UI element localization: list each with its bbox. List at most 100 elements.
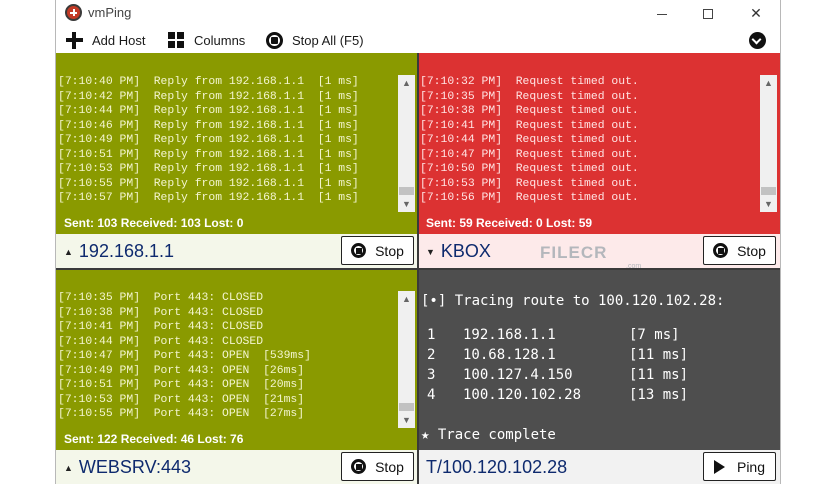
log-scrollbar[interactable]: ▲ ▼ — [398, 291, 415, 428]
maximize-button[interactable] — [685, 1, 731, 25]
close-icon: ✕ — [750, 5, 762, 21]
caret-down-icon[interactable]: ▼ — [426, 247, 435, 257]
scroll-thumb[interactable] — [399, 187, 414, 195]
hop-latency: [11 ms] — [629, 347, 689, 363]
watermark-sub: .com — [626, 263, 642, 270]
scroll-thumb[interactable] — [399, 403, 414, 411]
hop-latency: [11 ms] — [629, 367, 689, 383]
grid-icon — [168, 31, 185, 49]
probe-footer: ▲ 192.168.1.1 Stop — [56, 234, 418, 268]
probe-footer: ▲ WEBSRV:443 Stop — [56, 450, 418, 484]
scroll-up-icon[interactable]: ▲ — [398, 291, 415, 307]
log-line: [7:10:35 PM] Request timed out. — [420, 90, 639, 103]
log-line: [7:10:44 PM] Request timed out. — [420, 134, 639, 146]
stop-button[interactable]: Stop — [341, 236, 414, 265]
port-log: [7:10:35 PM] Port 443: CLOSED [7:10:38 PM… — [58, 291, 311, 422]
probe-status-area: [7:10:35 PM] Port 443: CLOSED [7:10:38 PM… — [56, 269, 418, 450]
scroll-down-icon[interactable]: ▼ — [398, 196, 415, 212]
columns-label: Columns — [194, 32, 246, 48]
columns-button[interactable]: Columns — [168, 30, 245, 50]
minimize-button[interactable] — [639, 1, 685, 25]
probe-status-area: [7:10:32 PM] Request timed out. [7:10:35 … — [418, 53, 780, 234]
log-line: [7:10:50 PM] Request timed out. — [420, 163, 639, 175]
log-line: [7:10:41 PM] Request timed out. — [420, 119, 639, 132]
log-line: [7:10:41 PM] Port 443: CLOSED — [58, 321, 264, 333]
log-line: [7:10:57 PM] Reply from 192.168.1.1 [1 m… — [58, 192, 359, 204]
ping-button-label: Ping — [736, 458, 766, 475]
probe-traceroute: [•] Tracing route to 100.120.102.28: 1 19… — [418, 269, 780, 484]
log-scrollbar[interactable]: ▲ ▼ — [760, 75, 777, 212]
stop-button[interactable]: Stop — [703, 236, 776, 265]
stop-button-label: Stop — [375, 458, 404, 475]
log-line: [7:10:35 PM] Port 443: CLOSED — [58, 292, 264, 304]
hop-number: 2 — [427, 347, 436, 363]
trace-complete-text: ★ Trace complete — [421, 427, 556, 443]
hop-address: 100.120.102.28 — [463, 387, 582, 403]
hop-address: 10.68.128.1 — [463, 347, 556, 363]
caret-up-icon[interactable]: ▲ — [64, 247, 73, 257]
app-logo-icon — [65, 4, 82, 21]
stop-circle-icon — [713, 243, 729, 258]
log-line: [7:10:38 PM] Port 443: CLOSED — [58, 306, 264, 319]
log-line: [7:10:49 PM] Port 443: OPEN [26ms] — [58, 364, 305, 377]
minimize-icon — [657, 13, 667, 15]
trace-output-area: [•] Tracing route to 100.120.102.28: 1 19… — [418, 269, 780, 450]
stop-button[interactable]: Stop — [341, 452, 414, 481]
ping-log: [7:10:40 PM] Reply from 192.168.1.1 [1 m… — [58, 75, 359, 206]
hostname-field[interactable]: ▲ WEBSRV:443 — [64, 457, 191, 478]
probe-footer: T/100.120.102.28 Ping — [418, 450, 780, 484]
log-scrollbar[interactable]: ▲ ▼ — [398, 75, 415, 212]
log-line: [7:10:38 PM] Request timed out. — [420, 105, 639, 117]
hop-latency: [7 ms] — [629, 327, 680, 343]
log-line: [7:10:44 PM] Port 443: CLOSED — [58, 335, 264, 348]
chevron-down-menu-icon[interactable] — [749, 32, 766, 49]
add-host-label: Add Host — [92, 32, 146, 48]
hop-address: 100.127.4.150 — [463, 367, 573, 383]
log-line: [7:10:40 PM] Reply from 192.168.1.1 [1 m… — [58, 76, 359, 88]
log-line: [7:10:46 PM] Reply from 192.168.1.1 [1 m… — [58, 119, 359, 132]
hostname-text: 192.168.1.1 — [78, 241, 175, 261]
play-icon — [713, 459, 725, 474]
ping-statistics: Sent: 122 Received: 46 Lost: 76 — [64, 432, 244, 446]
hostname-text: KBOX — [440, 241, 491, 261]
caret-up-icon[interactable]: ▲ — [64, 463, 73, 473]
trace-header: [•] Tracing route to 100.120.102.28: — [421, 293, 725, 309]
log-line: [7:10:51 PM] Reply from 192.168.1.1 [1 m… — [58, 148, 359, 161]
stop-button-label: Stop — [737, 242, 766, 259]
hostname-field[interactable]: ▼ KBOX — [426, 241, 491, 262]
hop-address: 192.168.1.1 — [463, 327, 556, 343]
log-line: [7:10:49 PM] Reply from 192.168.1.1 [1 m… — [58, 134, 359, 146]
log-line: [7:10:55 PM] Port 443: OPEN [27ms] — [58, 408, 305, 420]
hostname-text: WEBSRV:443 — [78, 457, 191, 477]
grid-divider-horizontal — [56, 268, 780, 270]
stop-button-label: Stop — [375, 242, 404, 259]
log-line: [7:10:53 PM] Reply from 192.168.1.1 [1 m… — [58, 163, 359, 175]
stop-circle-icon — [266, 31, 283, 49]
title-bar: vmPing ✕ — [56, 0, 780, 27]
maximize-icon — [703, 9, 713, 20]
hop-number: 4 — [427, 387, 436, 403]
scroll-down-icon[interactable]: ▼ — [398, 412, 415, 428]
scroll-down-icon[interactable]: ▼ — [760, 196, 777, 212]
plus-icon — [66, 31, 83, 49]
window-title: vmPing — [88, 5, 132, 20]
stop-all-button[interactable]: Stop All (F5) — [266, 30, 364, 50]
add-host-button[interactable]: Add Host — [66, 30, 145, 50]
log-line: [7:10:47 PM] Request timed out. — [420, 148, 639, 161]
log-line: [7:10:32 PM] Request timed out. — [420, 76, 639, 88]
log-line: [7:10:44 PM] Reply from 192.168.1.1 [1 m… — [58, 105, 359, 117]
scroll-thumb[interactable] — [761, 187, 776, 195]
hostname-field[interactable]: ▲ 192.168.1.1 — [64, 241, 174, 262]
stop-all-label: Stop All (F5) — [292, 32, 364, 48]
hop-number: 1 — [427, 327, 436, 343]
probe-kbox: [7:10:32 PM] Request timed out. [7:10:35 … — [418, 53, 780, 268]
hostname-field[interactable]: T/100.120.102.28 — [426, 457, 567, 478]
log-line: [7:10:53 PM] Request timed out. — [420, 177, 639, 190]
ping-statistics: Sent: 103 Received: 103 Lost: 0 — [64, 216, 244, 230]
close-button[interactable]: ✕ — [733, 1, 779, 25]
scroll-up-icon[interactable]: ▲ — [398, 75, 415, 91]
hop-number: 3 — [427, 367, 436, 383]
scroll-up-icon[interactable]: ▲ — [760, 75, 777, 91]
ping-button[interactable]: Ping — [703, 452, 776, 481]
log-line: [7:10:53 PM] Port 443: OPEN [21ms] — [58, 393, 305, 406]
